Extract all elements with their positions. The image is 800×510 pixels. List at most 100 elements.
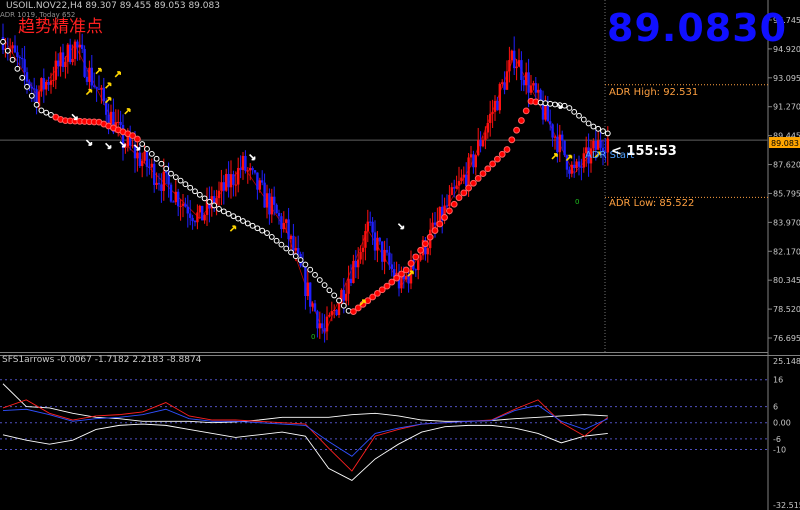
trend-dot-white [273,237,280,244]
price-bar-body [378,237,381,242]
price-bar-body [105,101,108,115]
trend-dot-white [38,107,45,114]
price-bar-body [520,60,523,80]
price-bar-body [594,140,597,150]
trend-dot-white [148,150,155,157]
price-bar-body [263,182,266,208]
price-bar-body [88,67,91,82]
price-bar-body [251,167,254,171]
price-bar-body [97,88,101,90]
arrow-up-icon [105,82,112,89]
price-bar-body [42,78,45,90]
grid-layer [0,0,800,510]
current-price-tag-label: 89.083 [771,139,799,148]
price-bar-body [25,72,29,82]
price-bar-body [131,145,134,147]
trend-dot-white [307,266,314,273]
price-bar-body [361,247,365,252]
price-bar-body [496,101,499,111]
trend-dot-red [393,274,401,282]
trend-dot-white [206,198,213,205]
trend-dot-red [134,135,141,143]
trend-dot-red [489,160,497,168]
trend-dot-white [571,108,578,115]
price-bar-body [256,172,259,190]
price-bar-body [376,237,379,251]
price-bar-body [414,269,417,271]
price-bar-body [462,174,465,178]
price-bar-body [191,217,194,222]
price-tick-label: 83.970 [773,218,800,227]
price-bar-body [227,173,230,188]
price-bar-body [445,205,449,207]
trend-dot-white [254,225,261,232]
candle-countdown: < 155:53 [611,144,677,159]
trend-dot-white [19,74,26,81]
trend-dot-red [407,260,415,267]
indicator-panel: 25.1483 16 6 0.00 -6 -10 -32.515 [0,357,800,510]
price-bar-body [23,59,26,73]
price-bar-body [433,222,437,225]
price-bar-body [515,66,518,69]
trend-dot-red [426,233,434,241]
trend-dot-white [552,101,558,108]
trend-dot-red [422,240,429,248]
price-bar-body [85,76,89,82]
price-bar-body [16,52,19,58]
price-bar-body [333,309,336,312]
price-bar-body [61,52,65,67]
price-bar-body [469,154,473,158]
trend-dot-white [542,100,549,107]
indicator-tick-label: -32.515 [773,501,800,510]
price-bar-body [383,249,386,262]
trend-dot-white [24,83,30,90]
trend-dot-white [278,241,285,248]
adr-low-label: ADR Low: 85.522 [609,198,695,209]
trend-dot-white [264,230,270,236]
price-bar-body [239,167,242,170]
trend-dot-white [604,130,611,137]
price-bar-body [229,174,233,188]
trend-dot-white [566,105,573,111]
price-bar-body [184,203,187,207]
price-bar-body [465,174,468,187]
price-tick-label: 82.170 [773,247,800,256]
price-bar-body [179,205,182,207]
price-bar-body [73,41,77,59]
trend-dot-white [192,188,198,195]
price-bar-body [169,184,173,202]
price-bar-body [474,155,477,168]
price-bar-body [577,161,581,167]
price-tick-label: 87.620 [773,161,800,170]
price-bar-body [337,303,341,316]
price-bar-body [258,180,261,190]
price-bar-body [575,161,578,169]
price-bar-body [352,260,355,284]
price-bar-body [501,82,504,84]
price-bar-body [599,140,602,148]
price-bar-body [373,232,377,251]
price-bar-body [498,83,501,111]
price-bar-body [426,248,429,255]
price-bar-body [126,136,129,147]
arrow-up-icon [229,225,237,232]
price-bar-body [100,87,103,90]
price-bar-body [457,181,461,186]
price-bar-body [13,45,17,53]
price-bar-body [551,124,554,138]
price-bar-body [292,235,295,251]
price-chart[interactable]: 25.14831660.00-6-10-32.515 96.74594.9209… [0,0,800,510]
price-bar-body [234,184,237,186]
price-bar-body [385,249,389,253]
price-bar-body [273,196,276,205]
trend-dot-red [455,194,463,202]
trend-dot-white [9,56,16,63]
price-bar-body [241,155,245,170]
trend-dot-white [283,245,290,252]
price-bar-body [565,155,569,170]
signal-arrows [71,67,601,306]
price-bar-body [455,185,458,189]
price-bar-body [177,191,180,207]
indicator-title: 趋势精准点 [18,17,103,37]
trend-dot-white [196,191,203,198]
